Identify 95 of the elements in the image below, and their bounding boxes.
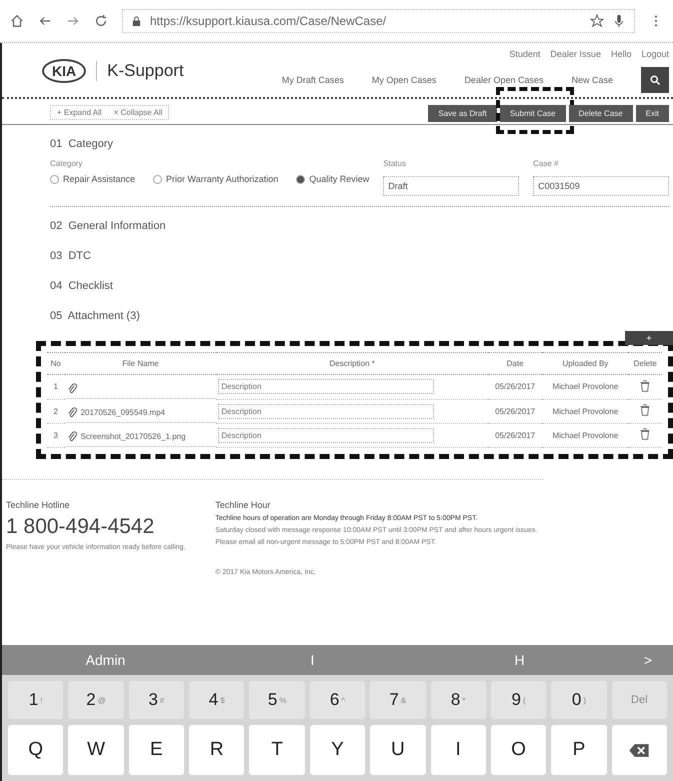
section-heading[interactable]: 04 Checklist [50,271,669,301]
home-icon[interactable] [10,14,24,28]
user-link[interactable]: Student [509,49,540,59]
table-cell: 2 [47,399,65,423]
search-icon [649,74,661,86]
toolbar-link[interactable]: × Collapse All [114,108,162,117]
keyboard-key[interactable]: 0$^{)}$ [551,681,607,719]
keyboard-key[interactable]: 1$^{!}$ [8,681,64,719]
keyboard-key[interactable]: 2$^{@}$ [68,681,124,719]
back-icon[interactable] [38,14,52,28]
keyboard-key[interactable]: E [128,725,184,775]
user-link[interactable]: Hello [610,49,632,59]
case-number-field[interactable]: C0031509 [533,176,670,196]
description-field[interactable]: Description [218,428,434,442]
keyboard-key[interactable]: 4$^{$}$ [189,681,244,719]
radio-option[interactable]: Prior Warranty Authorization [153,174,278,184]
logo[interactable]: KIA [42,59,86,83]
forward-icon[interactable] [66,14,80,28]
column-header: No [47,352,65,374]
keyboard-key[interactable]: W [68,725,124,775]
keyboard-key[interactable]: 6$^{^}$ [310,681,366,719]
address-bar[interactable]: https://ksupport.kiausa.com/Case/NewCase/ [122,9,635,33]
keyboard-key[interactable]: 3$^{#}$ [128,681,184,719]
user-link[interactable]: Dealer Issue [550,49,601,59]
column-header: Delete [628,352,662,374]
site-title: K-Support [96,61,184,81]
lock-icon [131,16,142,26]
table-cell: 05/26/2017 [488,423,542,447]
keyboard-key[interactable]: I [430,725,486,775]
column-header: File Name [64,352,216,374]
keyboard-key[interactable]: Y [310,725,366,775]
add-button[interactable]: + [625,331,673,345]
delete-icon[interactable] [638,427,652,441]
reload-icon[interactable] [94,14,108,28]
delete-icon[interactable] [638,403,652,417]
next-suggestion-button[interactable]: > [623,652,673,668]
radio-option[interactable]: Quality Review [296,174,370,184]
toolbar-button[interactable]: Exit [636,105,669,122]
description-field[interactable]: Description [218,379,434,394]
nav-link[interactable]: Dealer Open Cases [464,75,544,85]
section-heading[interactable]: 02 General Information [50,211,669,241]
nav-link[interactable]: My Draft Cases [282,75,344,85]
keyboard-key[interactable]: Q [8,725,64,775]
footer-heading: Techline Hour [215,500,272,510]
backspace-key[interactable] [612,725,667,775]
keyboard-key[interactable]: 9$^{(}$ [490,681,546,719]
file-name[interactable]: Screenshot_20170526_1.png [80,432,186,440]
keyboard-key[interactable]: R [189,725,244,775]
table-cell: Michael Provolone [542,423,628,447]
footer-heading: Techline Hotline [6,500,71,510]
suggestion[interactable]: H [416,652,623,668]
table-cell: 1 [47,374,65,399]
toolbar-button[interactable]: Save as Draft [428,105,497,122]
backspace-icon [628,742,650,758]
keyboard-key[interactable]: 5$^{%}$ [249,681,305,719]
section-heading[interactable]: 05 Attachment (3) [50,301,669,331]
nav-link[interactable]: My Open Cases [372,75,436,85]
microphone-icon[interactable] [612,14,626,28]
column-header: Date [488,352,542,374]
toolbar-button[interactable]: Submit Case [500,105,566,122]
paperclip-icon [66,382,78,394]
field-label: Case # [533,159,560,168]
keyboard-key[interactable]: U [370,725,426,775]
suggestion[interactable]: Admin [2,652,209,668]
paperclip-icon [66,406,78,418]
section-heading[interactable]: 03 DTC [50,241,669,271]
table-cell: Michael Provolone [542,399,628,423]
user-link[interactable]: Logout [641,49,669,59]
table-cell: 05/26/2017 [488,399,542,423]
nav-link[interactable]: New Case [571,75,613,85]
star-icon[interactable] [590,14,604,28]
search-button[interactable] [641,67,669,93]
keyboard-key[interactable]: T [249,725,305,775]
keyboard-key[interactable]: 8$^{*}$ [430,681,486,719]
field-label: Category [50,159,84,168]
phone-number[interactable]: 1 800-494-4542 [6,514,186,538]
radio-option[interactable]: Repair Assistance [50,174,136,184]
paperclip-icon [66,430,78,442]
toolbar-link[interactable]: + Expand All [57,108,102,117]
keyboard-key[interactable]: 7$^{&}$ [370,681,426,719]
delete-icon[interactable] [638,378,652,393]
field-label: Status [383,159,407,168]
status-field[interactable]: Draft [383,176,520,196]
table-cell: Michael Provolone [542,374,628,399]
keyboard-key[interactable]: O [490,725,546,775]
table-cell: 3 [47,423,65,447]
section-heading[interactable]: 01 Category [50,129,669,159]
toolbar-button[interactable]: Delete Case [568,105,633,122]
table-cell: 05/26/2017 [488,374,542,399]
file-name[interactable]: 20170526_095549.mp4 [80,408,166,416]
suggestion[interactable]: I [209,652,416,668]
description-field[interactable]: Description [218,404,434,418]
column-header: Uploaded By [542,352,628,374]
keyboard-key[interactable]: P [551,725,607,775]
column-header: Description * [216,352,488,374]
